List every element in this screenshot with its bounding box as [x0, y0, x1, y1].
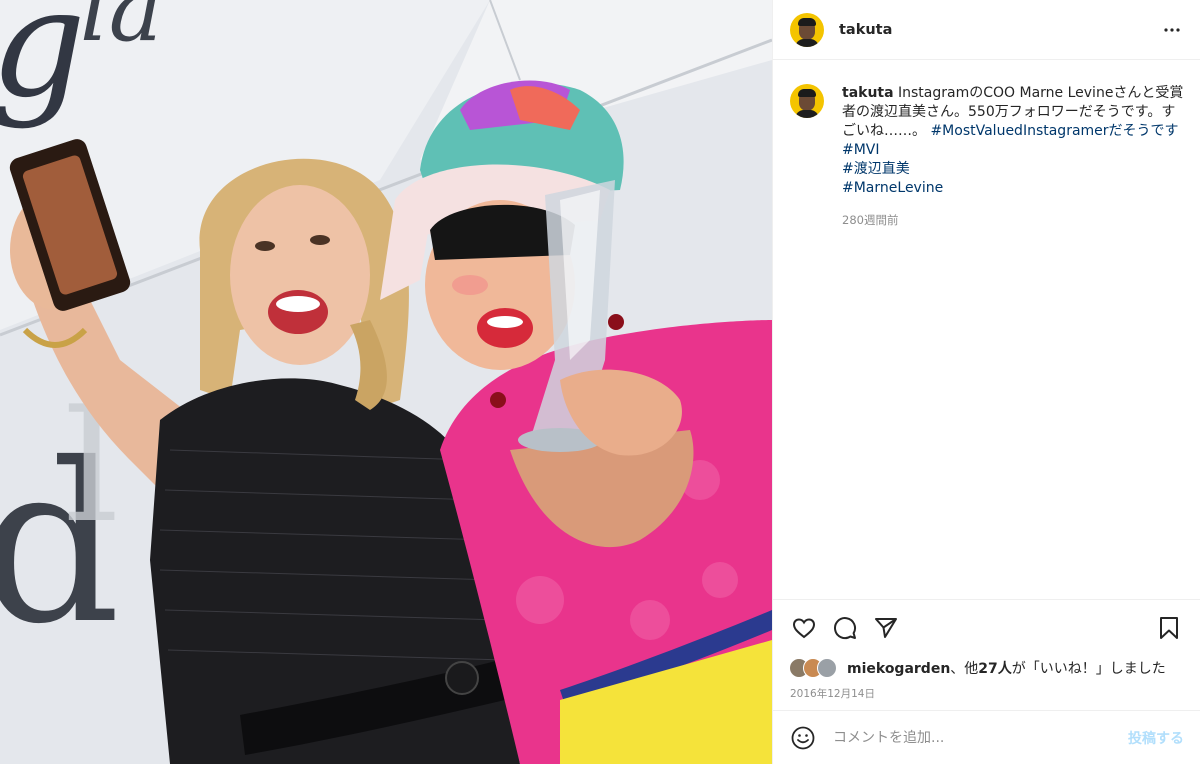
heart-icon[interactable]: [789, 613, 819, 643]
paper-plane-icon[interactable]: [871, 613, 901, 643]
likes-summary: miekogarden、他27人が「いいね！」しました: [773, 655, 1200, 681]
likes-others-count[interactable]: 27人: [978, 661, 1011, 677]
liker-avatars[interactable]: [789, 657, 843, 679]
action-bar: [773, 599, 1200, 655]
hashtag-mostvaluedinstagramer[interactable]: #MostValuedInstagramerだそうです: [930, 123, 1178, 139]
liker-avatar: [817, 658, 837, 678]
hashtag-mvi[interactable]: #MVI: [842, 141, 1184, 160]
likes-text-mid: 、他: [950, 661, 979, 677]
more-options-icon[interactable]: [1160, 18, 1184, 42]
post-sidebar: takuta takuta InstagramのCOO Marne Levine…: [772, 0, 1200, 764]
hashtag-watanabe-naomi[interactable]: #渡辺直美: [842, 160, 1184, 179]
instagram-post: g la d I: [0, 0, 1200, 764]
user-avatar[interactable]: [790, 12, 824, 47]
emoji-icon[interactable]: [789, 724, 817, 752]
caption-section: takuta InstagramのCOO Marne Levineさんと受賞者の…: [773, 60, 1200, 599]
hashtag-marnelevine[interactable]: #MarneLevine: [842, 179, 1184, 198]
caption-timestamp[interactable]: 280週間前: [842, 211, 1184, 230]
header-username[interactable]: takuta: [839, 22, 1160, 38]
caption: takuta InstagramのCOO Marne Levineさんと受賞者の…: [790, 84, 1184, 230]
comment-bar: 投稿する: [773, 710, 1200, 764]
post-photo[interactable]: g la d I: [0, 0, 772, 764]
likes-text-end: が「いいね！」しました: [1011, 661, 1166, 677]
caption-username[interactable]: takuta: [842, 85, 894, 101]
post-comment-button[interactable]: 投稿する: [1128, 728, 1184, 748]
svg-text:g: g: [0, 0, 86, 131]
caption-avatar[interactable]: [790, 84, 824, 118]
caption-text: takuta InstagramのCOO Marne Levineさんと受賞者の…: [842, 84, 1184, 230]
post-photo-image: g la d I: [0, 0, 772, 764]
post-date[interactable]: 2016年12月14日: [773, 681, 1200, 710]
svg-text:la: la: [80, 0, 162, 62]
post-header: takuta: [773, 0, 1200, 60]
liker-username[interactable]: miekogarden: [847, 661, 950, 677]
comment-icon[interactable]: [830, 613, 860, 643]
bookmark-icon[interactable]: [1154, 613, 1184, 643]
comment-input[interactable]: [831, 728, 1128, 747]
